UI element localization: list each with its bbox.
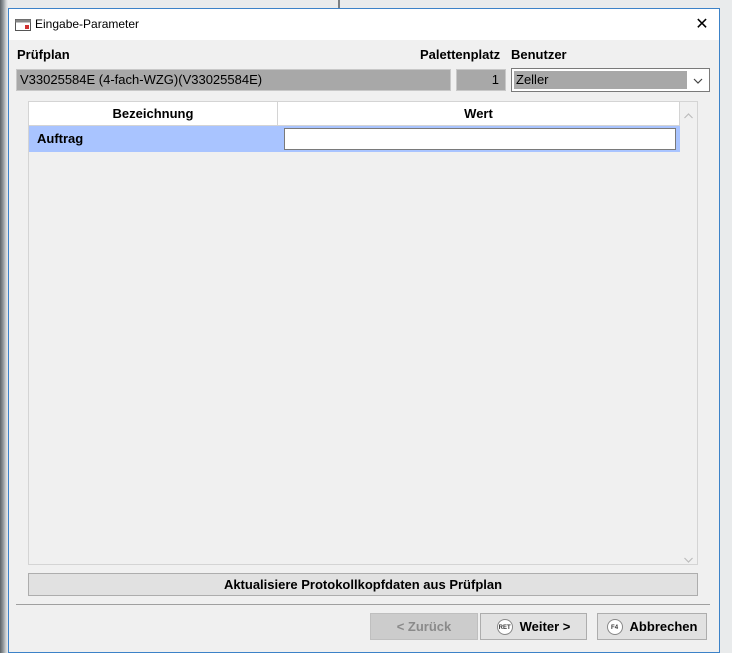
window-title: Eingabe-Parameter	[35, 17, 140, 31]
return-key-icon: RET	[496, 618, 513, 635]
column-header-wert[interactable]: Wert	[278, 102, 680, 126]
benutzer-select[interactable]: Zeller	[511, 68, 710, 92]
palettenplatz-label: Palettenplatz	[420, 47, 501, 62]
next-button[interactable]: RET Weiter >	[480, 613, 587, 640]
close-button[interactable]: ✕	[685, 9, 719, 39]
pruefplan-field: V33025584E (4-fach-WZG)(V33025584E)	[16, 69, 451, 91]
f4-key-icon: F4	[606, 618, 623, 635]
benutzer-selected-value: Zeller	[514, 71, 687, 89]
auftrag-input[interactable]	[284, 128, 676, 150]
benutzer-label: Benutzer	[511, 47, 567, 62]
pruefplan-label: Prüfplan	[17, 47, 70, 62]
dialog-window: Eingabe-Parameter ✕ Prüfplan Palettenpla…	[8, 8, 720, 653]
chevron-down-icon[interactable]	[692, 74, 704, 86]
scroll-down-icon[interactable]	[683, 551, 694, 563]
update-from-pruefplan-button[interactable]: Aktualisiere Protokollkopfdaten aus Prüf…	[28, 573, 698, 596]
next-button-label: Weiter >	[519, 619, 571, 634]
cancel-button[interactable]: F4 Abbrechen	[597, 613, 707, 640]
column-header-bezeichnung[interactable]: Bezeichnung	[29, 102, 278, 126]
back-button[interactable]: < Zurück	[370, 613, 478, 640]
footer-separator	[16, 604, 710, 605]
title-bar: Eingabe-Parameter ✕	[9, 9, 719, 40]
close-icon: ✕	[695, 16, 709, 33]
cancel-button-label: Abbrechen	[629, 619, 698, 634]
vertical-scrollbar[interactable]	[680, 102, 697, 564]
row-label-auftrag[interactable]: Auftrag	[29, 126, 278, 152]
app-window-icon	[15, 18, 31, 31]
palettenplatz-field: 1	[456, 69, 506, 91]
parameter-grid: Bezeichnung Wert Auftrag	[28, 101, 698, 565]
row-value-cell[interactable]	[278, 126, 680, 152]
scroll-up-icon[interactable]	[683, 107, 694, 119]
